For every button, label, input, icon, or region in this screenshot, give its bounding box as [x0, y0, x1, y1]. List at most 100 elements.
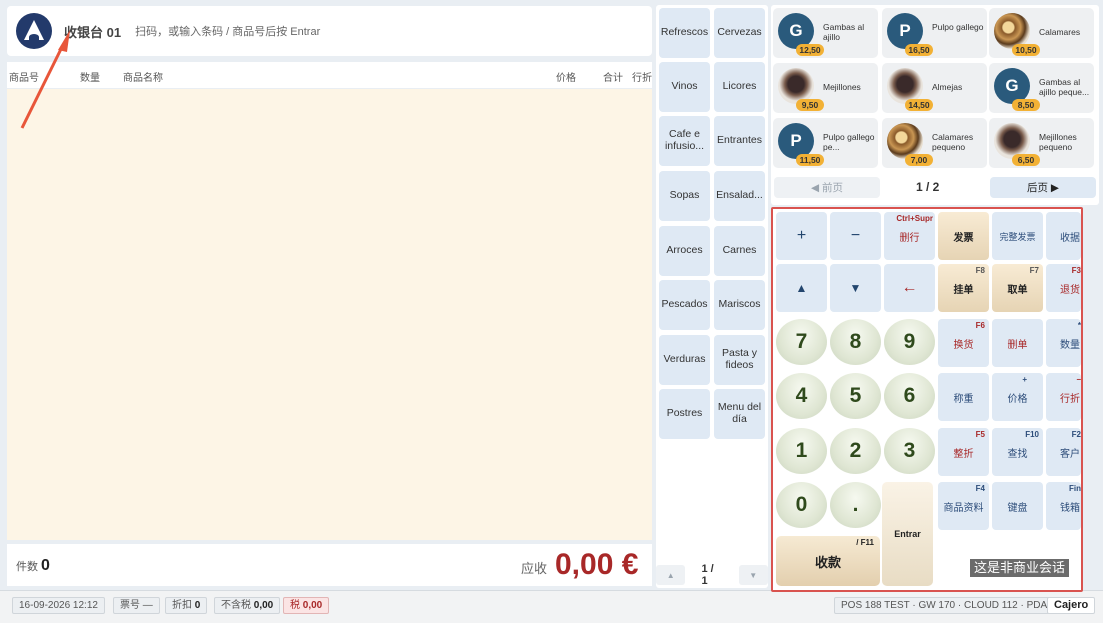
col-price: 价格 — [556, 73, 576, 84]
keyboard-button[interactable]: 键盘 — [992, 482, 1043, 530]
digit-9-button[interactable]: 9 — [884, 319, 935, 365]
quantity-button[interactable]: * 数量 — [1046, 319, 1081, 367]
delete-line-label: 删行 — [899, 232, 920, 244]
product-name: Calamares — [1039, 27, 1081, 37]
minus-button[interactable]: − — [830, 212, 881, 260]
category-button[interactable]: Mariscos — [714, 280, 765, 330]
keypad-panel: + − Ctrl+Supr 删行 发票 完整发票 收据 ▲ ▼ ← F8 挂单 … — [771, 207, 1083, 592]
digit-6-button[interactable]: 6 — [884, 373, 935, 419]
product-card[interactable]: Mejillones pequeno 6,50 — [989, 118, 1094, 168]
digit-2-button[interactable]: 2 — [830, 428, 881, 474]
product-card[interactable]: P Pulpo gallego pe... 11,50 — [773, 118, 878, 168]
system-info-chip: POS 188 TEST · GW 170 · CLOUD 112 · PDA … — [834, 597, 1068, 614]
pieces-label: 件数 — [16, 561, 38, 573]
user-chip[interactable]: Cajero — [1047, 597, 1096, 614]
backspace-button[interactable]: ← — [884, 264, 935, 312]
category-button[interactable]: Refrescos — [659, 8, 710, 58]
digit-4-button[interactable]: 4 — [776, 373, 827, 419]
digit-7-button[interactable]: 7 — [776, 319, 827, 365]
product-price: 14,50 — [905, 99, 933, 111]
discount-label: 折扣 — [172, 600, 192, 611]
digit-1-button[interactable]: 1 — [776, 428, 827, 474]
exchange-label: 换货 — [953, 339, 974, 351]
order-discount-button[interactable]: F5 整折 — [938, 428, 989, 476]
register-label: 收银台 01 — [64, 24, 122, 40]
recall-order-button[interactable]: F7 取单 — [992, 264, 1043, 312]
product-name: Gambas al ajillo peque... — [1039, 77, 1090, 98]
exchange-button[interactable]: F6 换货 — [938, 319, 989, 367]
digit-0-button[interactable]: 0 — [776, 482, 827, 528]
hold-order-button[interactable]: F8 挂单 — [938, 264, 989, 312]
search-button[interactable]: F10 查找 — [992, 428, 1043, 476]
enter-button[interactable]: Entrar — [882, 482, 933, 586]
category-button[interactable]: Sopas — [659, 171, 710, 221]
delete-line-shortcut: Ctrl+Supr — [896, 214, 933, 223]
arrow-up-button[interactable]: ▲ — [776, 264, 827, 312]
category-button[interactable]: Vinos — [659, 62, 710, 112]
product-price: 7,00 — [905, 154, 933, 166]
recall-order-shortcut: F7 — [1029, 266, 1039, 275]
category-prev-button[interactable]: ▲ — [656, 565, 686, 585]
category-button[interactable]: Carnes — [714, 226, 765, 276]
customer-label: 客户 — [1060, 448, 1080, 460]
product-price: 9,50 — [796, 99, 824, 111]
tax-chip: 税 0,00 — [283, 597, 330, 614]
product-card[interactable]: Almejas 14,50 — [882, 63, 987, 113]
arrow-down-button[interactable]: ▼ — [830, 264, 881, 312]
product-info-button[interactable]: F4 商品资料 — [938, 482, 989, 530]
delete-order-button[interactable]: 删单 — [992, 319, 1043, 367]
line-discount-label: 行折 — [1060, 393, 1080, 405]
category-button[interactable]: Licores — [714, 62, 765, 112]
plus-button[interactable]: + — [776, 212, 827, 260]
weigh-button[interactable]: 称重 — [938, 373, 989, 421]
cart-list[interactable] — [7, 89, 652, 540]
category-button[interactable]: Menu del día — [714, 389, 765, 439]
product-card[interactable]: G Gambas al ajillo 12,50 — [773, 8, 878, 58]
invoice-button[interactable]: 发票 — [938, 212, 989, 260]
price-button[interactable]: + 价格 — [992, 373, 1043, 421]
digit-8-button[interactable]: 8 — [830, 319, 881, 365]
cash-drawer-shortcut: Fin — [1069, 484, 1081, 493]
scan-hint: 扫码，或输入条码 / 商品号后按 Entrar — [135, 26, 321, 38]
hold-order-shortcut: F8 — [975, 266, 985, 275]
category-next-button[interactable]: ▼ — [738, 565, 768, 585]
full-invoice-button[interactable]: 完整发票 — [992, 212, 1043, 260]
recall-order-label: 取单 — [1007, 284, 1028, 296]
product-card[interactable]: Calamares 10,50 — [989, 8, 1094, 58]
decimal-point-button[interactable]: . — [830, 482, 881, 528]
price-shortcut: + — [1022, 375, 1027, 384]
receipt-button[interactable]: 收据 — [1046, 212, 1081, 260]
category-button[interactable]: Pescados — [659, 280, 710, 330]
net-value: 0,00 — [253, 600, 274, 611]
collect-payment-label: 收款 — [814, 554, 841, 570]
category-button[interactable]: Ensalad... — [714, 171, 765, 221]
product-price: 6,50 — [1012, 154, 1040, 166]
product-prev-page-button[interactable]: ◀ 前页 — [774, 177, 880, 198]
cart-header: 商品号 数量 商品名称 价格 合计 行折 — [7, 62, 652, 88]
discount-value: 0 — [194, 600, 201, 611]
product-info-shortcut: F4 — [975, 484, 985, 493]
digit-5-button[interactable]: 5 — [830, 373, 881, 419]
product-card[interactable]: G Gambas al ajillo peque... 8,50 — [989, 63, 1094, 113]
product-card[interactable]: P Pulpo gallego 16,50 — [882, 8, 987, 58]
category-button[interactable]: Cervezas — [714, 8, 765, 58]
category-button[interactable]: Verduras — [659, 335, 710, 385]
category-button[interactable]: Postres — [659, 389, 710, 439]
category-button[interactable]: Arroces — [659, 226, 710, 276]
line-discount-button[interactable]: − 行折 — [1046, 373, 1081, 421]
digit-3-button[interactable]: 3 — [884, 428, 935, 474]
search-shortcut: F10 — [1025, 430, 1039, 439]
product-card[interactable]: Mejillones 9,50 — [773, 63, 878, 113]
col-quantity: 数量 — [80, 73, 100, 84]
product-card[interactable]: Calamares pequeno 7,00 — [882, 118, 987, 168]
category-button[interactable]: Entrantes — [714, 116, 765, 166]
delete-line-button[interactable]: Ctrl+Supr 删行 — [884, 212, 935, 260]
category-button[interactable]: Pasta y fideos — [714, 335, 765, 385]
collect-payment-button[interactable]: / F11 收款 — [776, 536, 880, 586]
return-button[interactable]: F3 退货 — [1046, 264, 1081, 312]
cash-drawer-button[interactable]: Fin 钱箱 — [1046, 482, 1081, 530]
product-next-page-button[interactable]: 后页 ▶ — [990, 177, 1096, 198]
customer-button[interactable]: F2 客户 — [1046, 428, 1081, 476]
category-button[interactable]: Cafe e infusio... — [659, 116, 710, 166]
product-pager: ◀ 前页 1 / 2 后页 ▶ — [771, 177, 1099, 201]
